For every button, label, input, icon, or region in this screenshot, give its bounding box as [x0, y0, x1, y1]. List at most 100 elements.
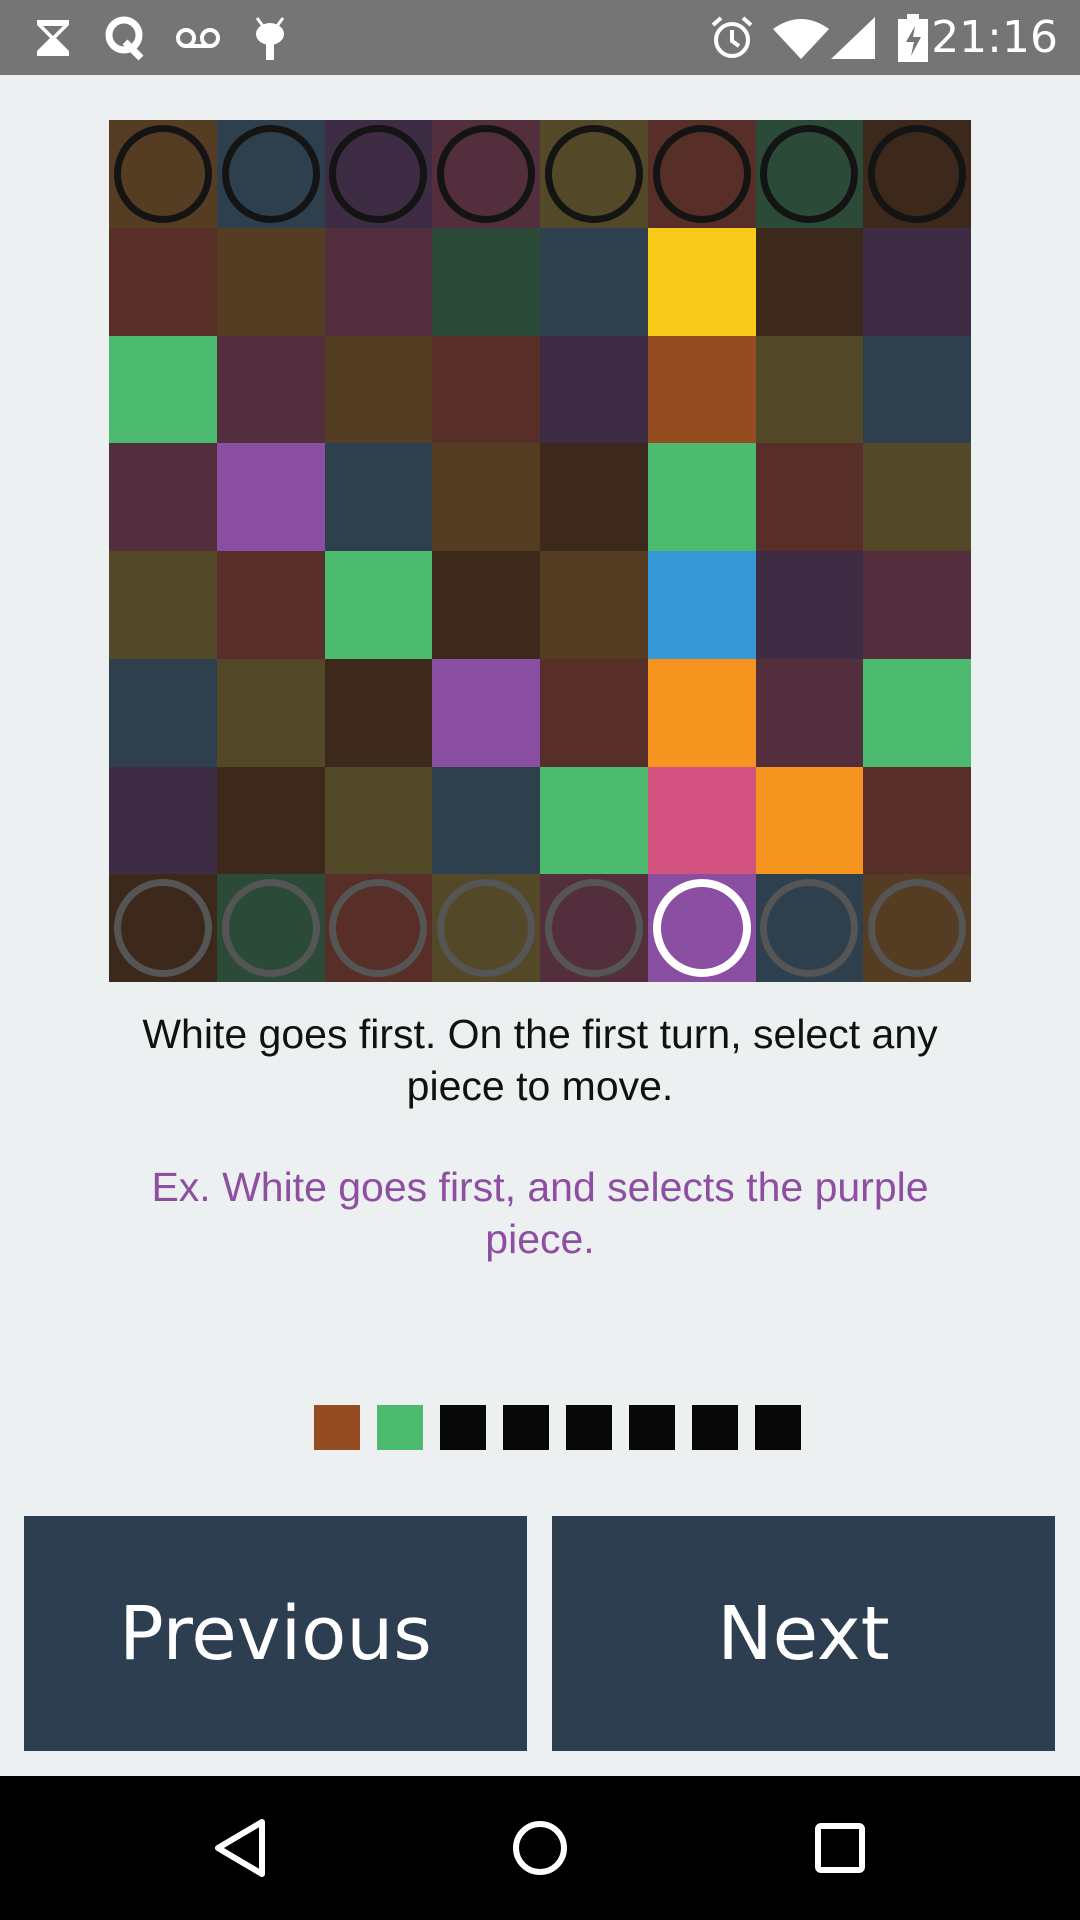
progress-dot — [755, 1405, 801, 1450]
black-piece[interactable] — [652, 124, 751, 223]
home-icon[interactable] — [480, 1776, 600, 1920]
black-piece[interactable] — [113, 124, 212, 223]
board-cell[interactable] — [863, 766, 971, 875]
board-cell[interactable] — [755, 766, 864, 875]
board-cell[interactable] — [109, 443, 217, 551]
board-cell[interactable] — [216, 766, 325, 875]
board-cell[interactable] — [540, 443, 648, 551]
board-cell[interactable] — [324, 443, 433, 551]
board-cell[interactable] — [540, 120, 648, 228]
board-cell[interactable] — [432, 658, 540, 767]
board-cell[interactable] — [109, 335, 217, 444]
board-cell[interactable] — [432, 335, 540, 444]
progress-dot — [503, 1405, 549, 1450]
board-cell[interactable] — [324, 551, 433, 659]
board-cell[interactable] — [540, 227, 648, 336]
board-cell[interactable] — [647, 874, 756, 982]
board-cell[interactable] — [324, 874, 433, 982]
board-cell[interactable] — [647, 551, 756, 659]
board-cell[interactable] — [755, 658, 864, 767]
board-cell[interactable] — [432, 551, 540, 659]
board-cell[interactable] — [755, 335, 864, 444]
white-piece[interactable] — [329, 879, 428, 978]
black-piece[interactable] — [760, 124, 859, 223]
board-cell[interactable] — [647, 658, 756, 767]
example-text: Ex. White goes first, and selects the pu… — [151, 1164, 929, 1262]
board-cell[interactable] — [216, 120, 325, 228]
black-piece[interactable] — [544, 124, 643, 223]
next-button[interactable]: Next — [552, 1516, 1055, 1751]
white-piece[interactable] — [113, 879, 212, 978]
signal-icon — [830, 0, 876, 75]
white-piece[interactable] — [221, 879, 320, 978]
board-cell[interactable] — [647, 443, 756, 551]
board-cell[interactable] — [109, 766, 217, 875]
board-cell[interactable] — [863, 551, 971, 659]
board-cell[interactable] — [755, 120, 864, 228]
white-piece[interactable] — [760, 879, 859, 978]
board-cell[interactable] — [647, 766, 756, 875]
board-cell[interactable] — [216, 658, 325, 767]
board-cell[interactable] — [540, 658, 648, 767]
instruction-text: White goes first. On the first turn, sel… — [142, 1011, 938, 1109]
board-cell[interactable] — [863, 443, 971, 551]
board-cell[interactable] — [109, 227, 217, 336]
board-cell[interactable] — [109, 551, 217, 659]
board-cell[interactable] — [863, 335, 971, 444]
board-cell[interactable] — [216, 227, 325, 336]
progress-dot — [566, 1405, 612, 1450]
board-cell[interactable] — [863, 120, 971, 228]
black-piece[interactable] — [221, 124, 320, 223]
board-cell[interactable] — [647, 335, 756, 444]
board-cell[interactable] — [540, 874, 648, 982]
board-cell[interactable] — [324, 227, 433, 336]
board-cell[interactable] — [755, 874, 864, 982]
white-piece[interactable] — [868, 879, 967, 978]
android-debug-icon — [248, 0, 292, 75]
board-cell[interactable] — [324, 335, 433, 444]
board-cell[interactable] — [540, 766, 648, 875]
board-cell[interactable] — [432, 766, 540, 875]
board-cell[interactable] — [863, 658, 971, 767]
board-cell[interactable] — [432, 874, 540, 982]
progress-dot — [377, 1405, 423, 1450]
board-cell[interactable] — [863, 874, 971, 982]
board-cell[interactable] — [432, 120, 540, 228]
black-piece[interactable] — [329, 124, 428, 223]
previous-button[interactable]: Previous — [24, 1516, 527, 1751]
board-cell[interactable] — [432, 227, 540, 336]
board-cell[interactable] — [540, 551, 648, 659]
board-cell[interactable] — [109, 874, 217, 982]
board-cell[interactable] — [647, 120, 756, 228]
board-cell[interactable] — [109, 120, 217, 228]
board-cell[interactable] — [324, 766, 433, 875]
quora-icon — [100, 0, 152, 75]
selected-white-piece[interactable] — [652, 879, 751, 978]
board-cell[interactable] — [755, 227, 864, 336]
board-cell[interactable] — [324, 120, 433, 228]
board-cell[interactable] — [755, 443, 864, 551]
board-cell[interactable] — [109, 658, 217, 767]
battery-charging-icon — [895, 0, 931, 75]
wifi-icon — [772, 0, 830, 75]
board-cell[interactable] — [863, 227, 971, 336]
board-cell[interactable] — [216, 874, 325, 982]
black-piece[interactable] — [437, 124, 536, 223]
board-cell[interactable] — [647, 227, 756, 336]
progress-dot — [440, 1405, 486, 1450]
white-piece[interactable] — [437, 879, 536, 978]
board-cell[interactable] — [432, 443, 540, 551]
board-cell[interactable] — [540, 335, 648, 444]
board-cell[interactable] — [216, 335, 325, 444]
progress-dot — [629, 1405, 675, 1450]
board-cell[interactable] — [755, 551, 864, 659]
voicemail-icon — [172, 0, 224, 75]
recents-icon[interactable] — [780, 1776, 900, 1920]
board-cell[interactable] — [216, 551, 325, 659]
back-icon[interactable] — [180, 1776, 300, 1920]
board-cell[interactable] — [216, 443, 325, 551]
black-piece[interactable] — [868, 124, 967, 223]
white-piece[interactable] — [544, 879, 643, 978]
progress-dot — [692, 1405, 738, 1450]
board-cell[interactable] — [324, 658, 433, 767]
